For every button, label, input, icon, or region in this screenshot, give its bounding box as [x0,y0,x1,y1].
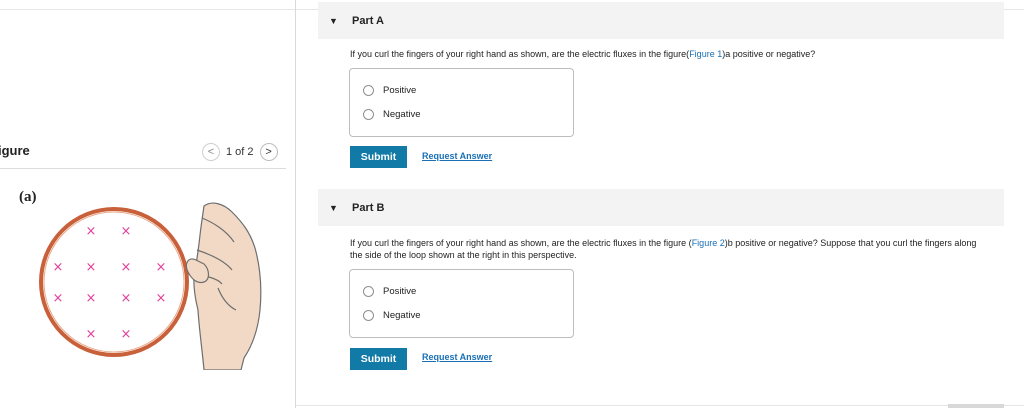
radio-button[interactable] [363,286,374,297]
chevron-right-icon: > [265,146,272,158]
part-a-option-positive[interactable]: Positive [363,85,416,96]
figure-panel-title: igure [0,143,30,158]
part-b-request-answer-link[interactable]: Request Answer [422,352,492,362]
figure-2-link[interactable]: Figure 2 [692,238,725,248]
option-label: Negative [383,310,421,321]
part-a-submit-button[interactable]: Submit [350,146,407,168]
field-mark: × [53,260,64,275]
previous-figure-button[interactable]: < [202,143,220,161]
option-label: Negative [383,109,421,120]
figure-page-indicator: 1 of 2 [226,146,254,158]
figure-pagination: < 1 of 2 > [202,143,278,161]
part-a-header[interactable]: ▼ Part A [318,2,1004,39]
figure-label: (a) [19,189,37,205]
radio-button[interactable] [363,109,374,120]
chevron-left-icon: < [207,146,215,158]
figure-1-link[interactable]: Figure 1 [689,49,722,59]
field-mark: × [121,260,132,275]
collapse-triangle-icon: ▼ [329,15,338,26]
part-a-title: Part A [352,14,384,27]
field-mark: × [53,291,64,306]
part-a-options: Positive Negative [349,68,574,137]
field-mark: × [86,327,97,342]
part-b-question: If you curl the fingers of your right ha… [350,237,990,261]
radio-button[interactable] [363,85,374,96]
part-a-request-answer-link[interactable]: Request Answer [422,151,492,161]
loop-inner-circle [43,211,185,353]
field-mark: × [156,260,167,275]
field-mark: × [86,291,97,306]
part-a-question-text-end: )a positive or negative? [722,49,816,59]
part-b-question-text: If you curl the fingers of your right ha… [350,238,692,248]
field-marks: × × × × × × × × × × × × [53,224,167,342]
right-hand-drawing [185,202,262,370]
figure-panel: igure < 1 of 2 > (a) × × × × × × × × × ×… [0,0,296,408]
figure-illustration: × × × × × × × × × × × × [39,202,262,370]
part-b-option-negative[interactable]: Negative [363,310,421,321]
option-label: Positive [383,85,417,96]
part-a-question: If you curl the fingers of your right ha… [350,48,990,60]
part-a-option-negative[interactable]: Negative [363,109,421,120]
part-a-question-text: If you curl the fingers of your right ha… [350,49,690,59]
radio-button[interactable] [363,310,374,321]
scroll-indicator[interactable] [948,404,1004,408]
bottom-divider [296,405,1024,406]
field-mark: × [156,291,167,306]
field-mark: × [86,260,97,275]
part-b-header[interactable]: ▼ Part B [318,189,1004,226]
field-mark: × [121,327,132,342]
part-b-option-positive[interactable]: Positive [363,286,416,297]
loop-circle [39,207,189,357]
field-mark: × [121,291,132,306]
figure-divider [0,168,286,169]
part-b-options: Positive Negative [349,269,574,338]
panel-divider [295,0,296,408]
option-label: Positive [383,286,417,297]
collapse-triangle-icon: ▼ [329,202,338,213]
next-figure-button[interactable]: > [259,143,278,161]
part-b-submit-button[interactable]: Submit [350,348,407,370]
field-mark: × [86,224,97,239]
field-mark: × [121,224,132,239]
part-b-title: Part B [352,201,385,214]
